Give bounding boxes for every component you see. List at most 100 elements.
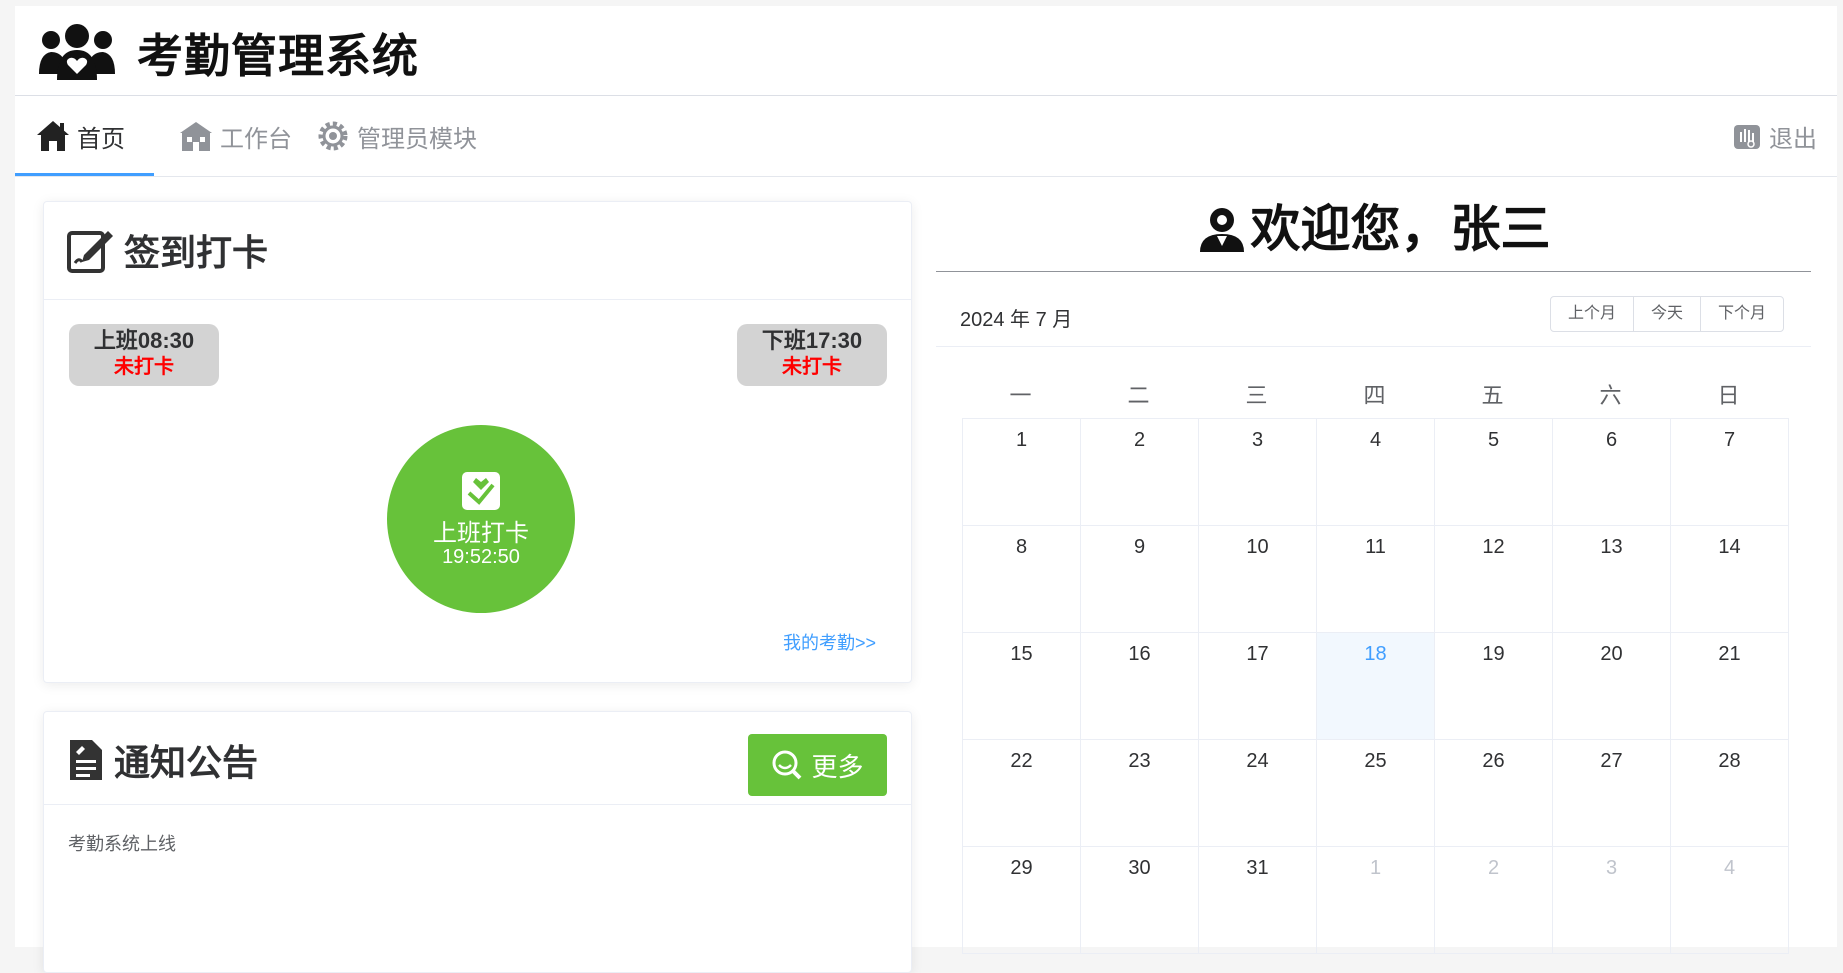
- calendar-day[interactable]: 3: [1198, 418, 1317, 526]
- team-heart-icon: [39, 24, 115, 80]
- calendar-nav-buttons: 上个月 今天 下个月: [1550, 296, 1785, 332]
- calendar-day[interactable]: 15: [962, 632, 1081, 740]
- calendar-day[interactable]: 26: [1434, 739, 1553, 847]
- app-header: 考勤管理系统: [15, 6, 1837, 96]
- off-duty-badge: 下班17:30 未打卡: [737, 324, 887, 386]
- day-number: 15: [1010, 643, 1033, 665]
- welcome-text: 欢迎您，张三: [1250, 201, 1551, 257]
- checkin-card: 签到打卡 上班08:30 未打卡 下班17:30 未打卡 上班打卡 19:52:…: [43, 201, 912, 683]
- day-number: 6: [1605, 429, 1618, 451]
- day-number: 5: [1487, 429, 1500, 451]
- day-number: 22: [1010, 750, 1033, 772]
- gear-icon: [318, 121, 348, 151]
- calendar-day[interactable]: 1: [962, 418, 1081, 526]
- calendar-day[interactable]: 29: [962, 846, 1081, 954]
- day-number: 11: [1365, 536, 1386, 558]
- punch-in-button[interactable]: 上班打卡 19:52:50: [387, 425, 575, 613]
- logout-label: 退出: [1769, 125, 1817, 153]
- sign-pen-icon: [67, 231, 113, 273]
- today-button[interactable]: 今天: [1634, 297, 1702, 331]
- next-month-button[interactable]: 下个月: [1701, 297, 1783, 331]
- calendar-day[interactable]: 6: [1552, 418, 1671, 526]
- calendar-day[interactable]: 16: [1080, 632, 1199, 740]
- nav-item-home-label: 首页: [77, 125, 125, 153]
- nav-item-admin[interactable]: 管理员模块: [315, 96, 477, 176]
- calendar-day[interactable]: 20: [1552, 632, 1671, 740]
- nav-item-home[interactable]: 首页: [35, 96, 125, 176]
- weekday-header: 日: [1717, 383, 1740, 408]
- day-number: 3: [1251, 429, 1264, 451]
- app-title: 考勤管理系统: [137, 30, 419, 82]
- calendar-day[interactable]: 22: [962, 739, 1081, 847]
- checkin-title-text: 签到打卡: [124, 232, 269, 273]
- calendar-day[interactable]: 13: [1552, 525, 1671, 633]
- notice-card-header: 通知公告 更多: [44, 712, 911, 805]
- day-number: 20: [1600, 643, 1623, 665]
- calendar-day-next-month[interactable]: 1: [1316, 846, 1435, 954]
- calendar-day[interactable]: 11: [1316, 525, 1435, 633]
- calendar-day[interactable]: 28: [1670, 739, 1789, 847]
- calendar-day[interactable]: 8: [962, 525, 1081, 633]
- main-nav: 首页 工作台 管理员模块 退出: [15, 96, 1837, 177]
- my-attendance-link[interactable]: 我的考勤>>: [783, 629, 876, 655]
- calendar-week: 29 30 31 1 2 3 4: [962, 846, 1789, 954]
- calendar-day[interactable]: 12: [1434, 525, 1553, 633]
- day-number: 17: [1246, 643, 1269, 665]
- logout-button[interactable]: 退出: [1731, 96, 1817, 176]
- day-number: 18: [1364, 643, 1387, 665]
- nav-item-admin-label: 管理员模块: [357, 125, 477, 153]
- active-tab-indicator: [15, 173, 154, 176]
- calendar-day[interactable]: 9: [1080, 525, 1199, 633]
- notice-item[interactable]: 考勤系统上线: [68, 830, 176, 856]
- on-duty-badge: 上班08:30 未打卡: [69, 324, 219, 386]
- calendar-day-next-month[interactable]: 3: [1552, 846, 1671, 954]
- calendar-day[interactable]: 25: [1316, 739, 1435, 847]
- off-duty-time: 下班17:30: [761, 328, 863, 353]
- day-number: 2: [1487, 857, 1500, 879]
- calendar-day[interactable]: 17: [1198, 632, 1317, 740]
- calendar-day[interactable]: 19: [1434, 632, 1553, 740]
- on-duty-status: 未打卡: [114, 356, 174, 378]
- calendar-day-today[interactable]: 18: [1316, 632, 1435, 740]
- calendar-day[interactable]: 21: [1670, 632, 1789, 740]
- calendar-week: 8 9 10 11 12 13 14: [962, 525, 1789, 633]
- calendar-day[interactable]: 4: [1316, 418, 1435, 526]
- punch-in-clock: 19:52:50: [442, 546, 520, 568]
- calendar-day[interactable]: 23: [1080, 739, 1199, 847]
- user-icon: [1199, 208, 1244, 252]
- prev-month-button[interactable]: 上个月: [1551, 297, 1635, 331]
- weekday-header: 六: [1599, 383, 1622, 408]
- day-number: 25: [1364, 750, 1387, 772]
- nav-item-workbench[interactable]: 工作台: [178, 96, 292, 176]
- calendar-grid: 1 2 3 4 5 6 7 8 9 10 11 12 13 14 15 16 1…: [962, 418, 1789, 954]
- weekday-header: 三: [1245, 383, 1268, 408]
- calendar-day[interactable]: 24: [1198, 739, 1317, 847]
- weekday-header: 一: [1009, 383, 1032, 408]
- calendar-day[interactable]: 7: [1670, 418, 1789, 526]
- day-number: 30: [1128, 857, 1151, 879]
- calendar-divider: [936, 346, 1811, 347]
- calendar-week: 1 2 3 4 5 6 7: [962, 418, 1789, 526]
- day-number: 7: [1723, 429, 1736, 451]
- calendar-day[interactable]: 2: [1080, 418, 1199, 526]
- calendar-day-next-month[interactable]: 2: [1434, 846, 1553, 954]
- calendar-day[interactable]: 14: [1670, 525, 1789, 633]
- calendar-day[interactable]: 30: [1080, 846, 1199, 954]
- nav-item-workbench-label: 工作台: [220, 125, 292, 153]
- weekday-header: 四: [1363, 383, 1386, 408]
- day-number: 26: [1482, 750, 1505, 772]
- calendar-day[interactable]: 31: [1198, 846, 1317, 954]
- day-number: 12: [1482, 536, 1505, 558]
- building-icon: [180, 122, 212, 151]
- calendar-day[interactable]: 27: [1552, 739, 1671, 847]
- day-number: 2: [1133, 429, 1146, 451]
- welcome-heading: 欢迎您，张三: [936, 201, 1811, 257]
- more-button-label: 更多: [811, 751, 864, 782]
- document-icon: [70, 740, 102, 780]
- calendar-day[interactable]: 5: [1434, 418, 1553, 526]
- more-button[interactable]: 更多: [748, 734, 887, 796]
- day-number: 31: [1246, 857, 1269, 879]
- calendar-day[interactable]: 10: [1198, 525, 1317, 633]
- day-number: 9: [1133, 536, 1146, 558]
- calendar-day-next-month[interactable]: 4: [1670, 846, 1789, 954]
